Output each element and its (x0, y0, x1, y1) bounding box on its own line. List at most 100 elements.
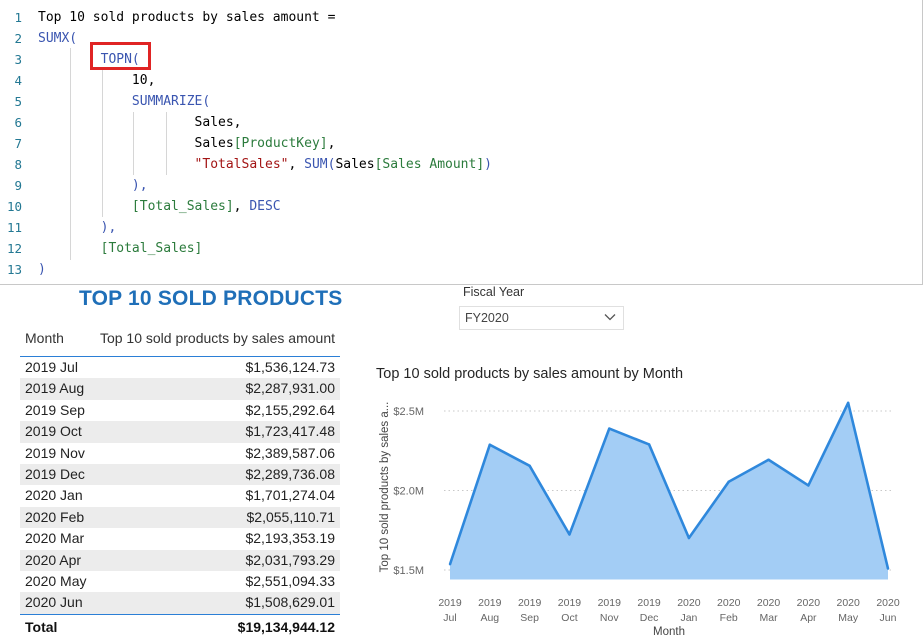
table-title: TOP 10 SOLD PRODUCTS (79, 287, 343, 310)
x-tick-label-year: 2020 (797, 597, 821, 609)
code-token: ), (131, 178, 148, 193)
area-chart[interactable]: $1.5M $2.0M $2.5M 2019 Jul 2019 Aug 2019 Sep 2019… (370, 390, 918, 640)
code-line[interactable]: 4 10, (0, 70, 920, 91)
code-text: [Total_Sales], DESC (38, 196, 281, 217)
table-row[interactable]: 2019 Aug $2,287,931.00 (20, 378, 340, 400)
cell-amount: $2,055,110.71 (246, 508, 336, 525)
x-tick-label-month: Dec (640, 612, 659, 624)
table-row[interactable]: 2020 Feb $2,055,110.71 (20, 506, 340, 529)
code-line[interactable]: 5 SUMMARIZE( (0, 91, 920, 112)
x-tick-label-month: Sep (520, 612, 539, 624)
cell-amount: $1,508,629.01 (245, 594, 335, 611)
code-token: Top 10 sold products by sales amount = (38, 10, 336, 25)
data-point (528, 464, 531, 468)
data-point (807, 484, 810, 487)
x-tick-label-month: Mar (759, 612, 778, 624)
x-tick-label-year: 2020 (837, 597, 861, 609)
table-row[interactable]: 2020 Mar $2,193,353.19 (20, 528, 340, 549)
line-number: 6 (14, 115, 22, 130)
data-point (727, 480, 730, 483)
cell-amount: $1,723,417.48 (245, 423, 335, 440)
table-row[interactable]: 2019 Jul $1,536,124.73 (20, 357, 340, 378)
cell-amount: $2,155,292.64 (245, 401, 335, 418)
cell-month: 2020 May (25, 573, 87, 589)
x-tick-label-month: Jun (880, 612, 897, 624)
code-line[interactable]: 13) (0, 259, 920, 280)
y-tick-label: $2.0M (393, 486, 424, 498)
code-line[interactable]: 2 SUMX( (0, 28, 920, 49)
column-header-amount[interactable]: Top 10 sold products by sales amount (100, 330, 335, 346)
cell-amount: $2,031,793.29 (245, 551, 335, 568)
data-point (886, 567, 890, 570)
code-line[interactable]: 11 ), (0, 217, 920, 238)
code-token: [Total_Sales] (100, 241, 203, 256)
code-text: ), (38, 175, 148, 196)
table-row[interactable]: 2019 Sep $2,155,292.64 (20, 400, 340, 421)
code-token: Sales (335, 157, 375, 172)
code-token: 10, (131, 73, 156, 88)
indent-guide (70, 48, 71, 260)
code-text: SUMMARIZE( (38, 91, 210, 112)
table-row[interactable]: 2019 Oct $1,723,417.48 (20, 421, 340, 443)
column-header-month[interactable]: Month (25, 330, 64, 346)
x-tick-label-year: 2020 (757, 597, 781, 609)
code-line[interactable]: 9 ), (0, 175, 920, 196)
x-tick-label-year: 2019 (598, 597, 622, 609)
cell-amount: $2,193,353.19 (245, 530, 335, 547)
table-row[interactable]: 2019 Dec $2,289,736.08 (20, 464, 340, 486)
line-number: 5 (14, 94, 22, 109)
line-number: 8 (14, 157, 22, 172)
x-tick-label-year: 2019 (558, 597, 582, 609)
line-number: 7 (14, 136, 22, 151)
cell-amount: $1,701,274.04 (245, 487, 335, 504)
table-row[interactable]: 2020 Apr $2,031,793.29 (20, 549, 340, 571)
line-number: 11 (6, 220, 22, 235)
x-tick-label-year: 2020 (677, 597, 701, 609)
code-text: [Total_Sales] (38, 238, 203, 259)
x-axis-title: Month (653, 626, 685, 638)
cell-month: 2020 Apr (25, 551, 82, 568)
x-tick-label-month: May (838, 612, 859, 624)
table-row[interactable]: 2019 Nov $2,389,587.06 (20, 443, 340, 464)
table-row[interactable]: 2020 Jan $1,701,274.04 (20, 485, 340, 506)
code-token: [Total_Sales] (131, 199, 234, 214)
code-line[interactable]: 8 "TotalSales", SUM(Sales[Sales Amount]) (0, 154, 920, 175)
table-total-row: Total $19,134,944.12 (20, 614, 340, 639)
code-line[interactable]: 3 TOPN( (0, 49, 920, 70)
line-number: 12 (6, 241, 22, 256)
x-tick-label-year: 2019 (438, 597, 462, 609)
cell-amount: $2,287,931.00 (245, 380, 335, 397)
cell-amount: $2,289,736.08 (245, 466, 335, 482)
cell-amount: $1,536,124.73 (245, 359, 335, 375)
data-point (608, 427, 611, 430)
x-tick-label-month: Nov (600, 612, 619, 624)
code-line[interactable]: 7 Sales[ProductKey], (0, 133, 920, 154)
code-token: , (327, 136, 336, 151)
table-row[interactable]: 2020 May $2,551,094.33 (20, 571, 340, 592)
cell-month: 2020 Mar (25, 530, 85, 547)
code-line[interactable]: 12 [Total_Sales] (0, 238, 920, 259)
code-text: SUMX( (38, 28, 77, 49)
x-tick-label-year: 2020 (717, 597, 741, 609)
chevron-down-icon[interactable] (603, 310, 617, 324)
total-label: Total (25, 619, 58, 635)
table-row[interactable]: 2020 Jun $1,508,629.01 (20, 592, 340, 614)
cell-month: 2019 Sep (25, 401, 85, 418)
fiscal-year-dropdown[interactable]: FY2020 (459, 306, 624, 330)
code-line[interactable]: 6 Sales, (0, 112, 920, 133)
x-tick-label-month: Jan (680, 612, 697, 624)
code-line[interactable]: 10 [Total_Sales], DESC (0, 196, 920, 217)
fiscal-year-selected-value: FY2020 (465, 311, 509, 325)
y-tick-label: $2.5M (393, 406, 424, 418)
dax-code-editor[interactable]: 1 Top 10 sold products by sales amount = 2… (0, 0, 923, 285)
cell-month: 2019 Aug (25, 380, 85, 397)
code-line[interactable]: 1 Top 10 sold products by sales amount = (0, 7, 920, 28)
code-text: ) (38, 259, 46, 280)
cell-month: 2019 Oct (25, 423, 82, 440)
code-token: ), (100, 220, 117, 235)
x-tick-label-year: 2019 (478, 597, 502, 609)
